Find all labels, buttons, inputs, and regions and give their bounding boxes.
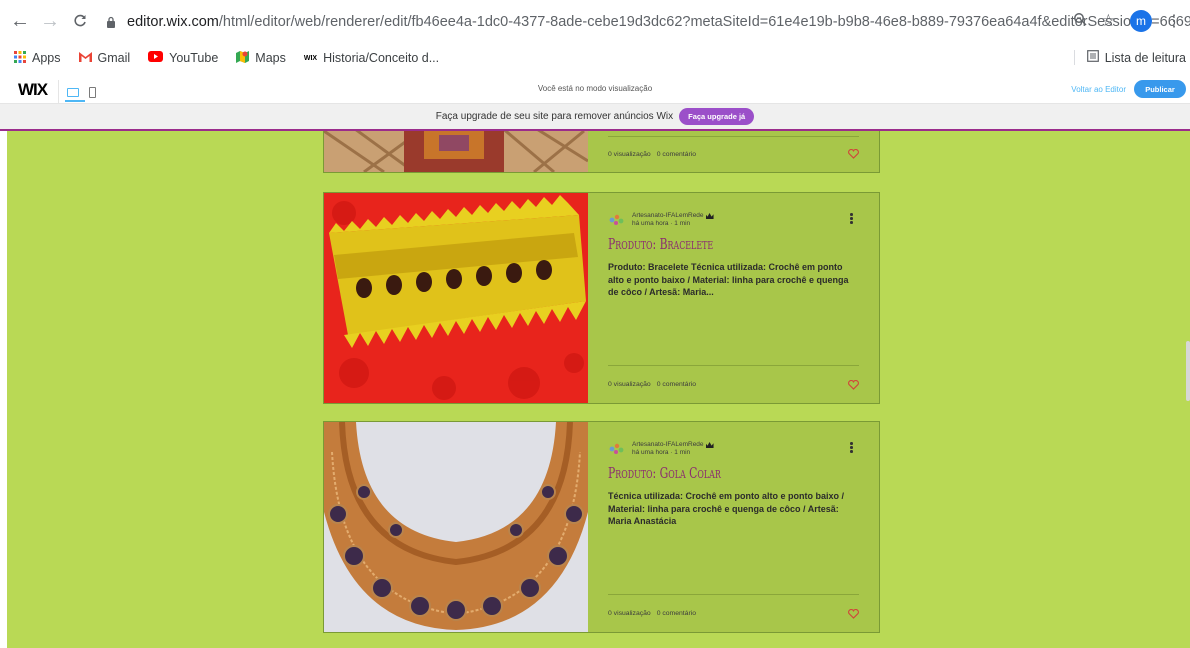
comments-count[interactable]: 0 comentário (657, 381, 696, 388)
author-avatar[interactable] (608, 442, 626, 456)
author-avatar[interactable] (608, 213, 626, 227)
bookmark-historia[interactable]: WIX Historia/Conceito d... (304, 51, 439, 65)
maps-icon (236, 50, 250, 66)
post-stats: 0 visualização 0 comentário (608, 594, 859, 632)
post-card[interactable]: Artesanato-IFALemRede há uma hora · 1 mi… (323, 192, 880, 404)
post-excerpt[interactable]: Produto: Bracelete Técnica utilizada: Cr… (608, 261, 858, 299)
post-image[interactable] (324, 422, 588, 632)
bookmark-youtube[interactable]: YouTube (148, 51, 218, 65)
post-author[interactable]: Artesanato-IFALemRede há uma hora · 1 mi… (608, 209, 859, 231)
reading-list-button[interactable]: Lista de leitura (1073, 50, 1186, 65)
views-count: 0 visualização (608, 151, 651, 158)
heart-icon[interactable] (848, 148, 859, 159)
post-card[interactable]: 0 visualização 0 comentário (323, 131, 880, 173)
reload-icon[interactable] (66, 7, 94, 35)
comments-count[interactable]: 0 comentário (657, 151, 696, 158)
bookmark-apps[interactable]: Apps (14, 50, 61, 66)
more-actions-icon[interactable] (850, 442, 853, 453)
address-bar[interactable]: editor.wix.com/html/editor/web/renderer/… (106, 14, 1190, 30)
publish-button[interactable]: Publicar (1134, 80, 1186, 98)
forward-arrow-icon[interactable]: → (36, 7, 64, 35)
wix-icon: WIX (303, 54, 318, 62)
heart-icon[interactable] (848, 379, 859, 390)
youtube-icon (148, 51, 164, 65)
post-stats: 0 visualização 0 comentário (608, 136, 859, 172)
post-card[interactable]: Artesanato-IFALemRede há uma hora · 1 mi… (323, 421, 880, 633)
post-stats: 0 visualização 0 comentário (608, 365, 859, 403)
post-meta: há uma hora · 1 min (632, 449, 691, 456)
bookmarks-bar: Apps Gmail YouTube Maps WIX Historia/Con… (0, 44, 1190, 72)
reading-list-icon (1086, 50, 1099, 65)
post-image[interactable] (324, 193, 588, 403)
lock-icon (106, 16, 116, 28)
apps-grid-icon (14, 50, 26, 66)
author-name[interactable]: Artesanato-IFALemRede (632, 212, 704, 220)
post-title[interactable]: Produto: Gola Colar (608, 464, 789, 482)
post-title[interactable]: Produto: Bracelete (608, 235, 789, 253)
post-meta: há uma hora · 1 min (632, 220, 691, 227)
bookmark-label: Apps (32, 51, 61, 65)
bookmark-label: Gmail (97, 51, 131, 65)
bookmark-label: Maps (255, 51, 286, 65)
more-actions-icon[interactable] (850, 213, 853, 224)
profile-avatar[interactable]: m (1130, 10, 1152, 32)
crown-icon (705, 442, 714, 448)
post-excerpt[interactable]: Técnica utilizada: Crochê em ponto alto … (608, 490, 858, 528)
upgrade-button[interactable]: Faça upgrade já (679, 108, 755, 125)
author-name[interactable]: Artesanato-IFALemRede (632, 441, 704, 449)
site-page: 0 visualização 0 comentário Artesanato-I… (7, 131, 1190, 648)
browser-toolbar: ← → editor.wix.com/html/editor/web/rende… (0, 0, 1190, 42)
upgrade-message: Faça upgrade de seu site para remover an… (435, 111, 674, 122)
views-count: 0 visualização (608, 610, 651, 617)
reading-list-label: Lista de leitura (1104, 50, 1186, 65)
bookmark-label: Historia/Conceito d... (323, 51, 440, 65)
post-image[interactable] (324, 131, 588, 172)
heart-icon[interactable] (848, 608, 859, 619)
bookmark-star-icon[interactable]: ☆ (1101, 11, 1116, 31)
back-to-editor-link[interactable]: Voltar ao Editor (1071, 85, 1126, 94)
bookmark-maps[interactable]: Maps (236, 50, 286, 66)
crown-icon (705, 213, 714, 219)
scrollbar-thumb[interactable] (1186, 341, 1190, 401)
wix-preview-bar: WIX Você está no modo visualização Volta… (0, 76, 1190, 104)
url-host: editor.wix.com (127, 14, 219, 30)
bookmark-label: YouTube (169, 51, 219, 65)
menu-kebab-icon[interactable]: ⋮ (1166, 11, 1182, 31)
views-count: 0 visualização (608, 381, 651, 388)
post-author[interactable]: Artesanato-IFALemRede há uma hora · 1 mi… (608, 438, 859, 460)
gmail-icon (78, 51, 92, 65)
back-arrow-icon[interactable]: ← (6, 7, 34, 35)
url-path: /html/editor/web/renderer/edit/fb46ee4a-… (218, 14, 1190, 30)
upgrade-banner: Faça upgrade de seu site para remover an… (0, 104, 1190, 131)
comments-count[interactable]: 0 comentário (657, 610, 696, 617)
zoom-icon[interactable] (1073, 12, 1087, 31)
preview-mode-message: Você está no modo visualização (537, 84, 653, 93)
bookmark-gmail[interactable]: Gmail (78, 51, 131, 65)
